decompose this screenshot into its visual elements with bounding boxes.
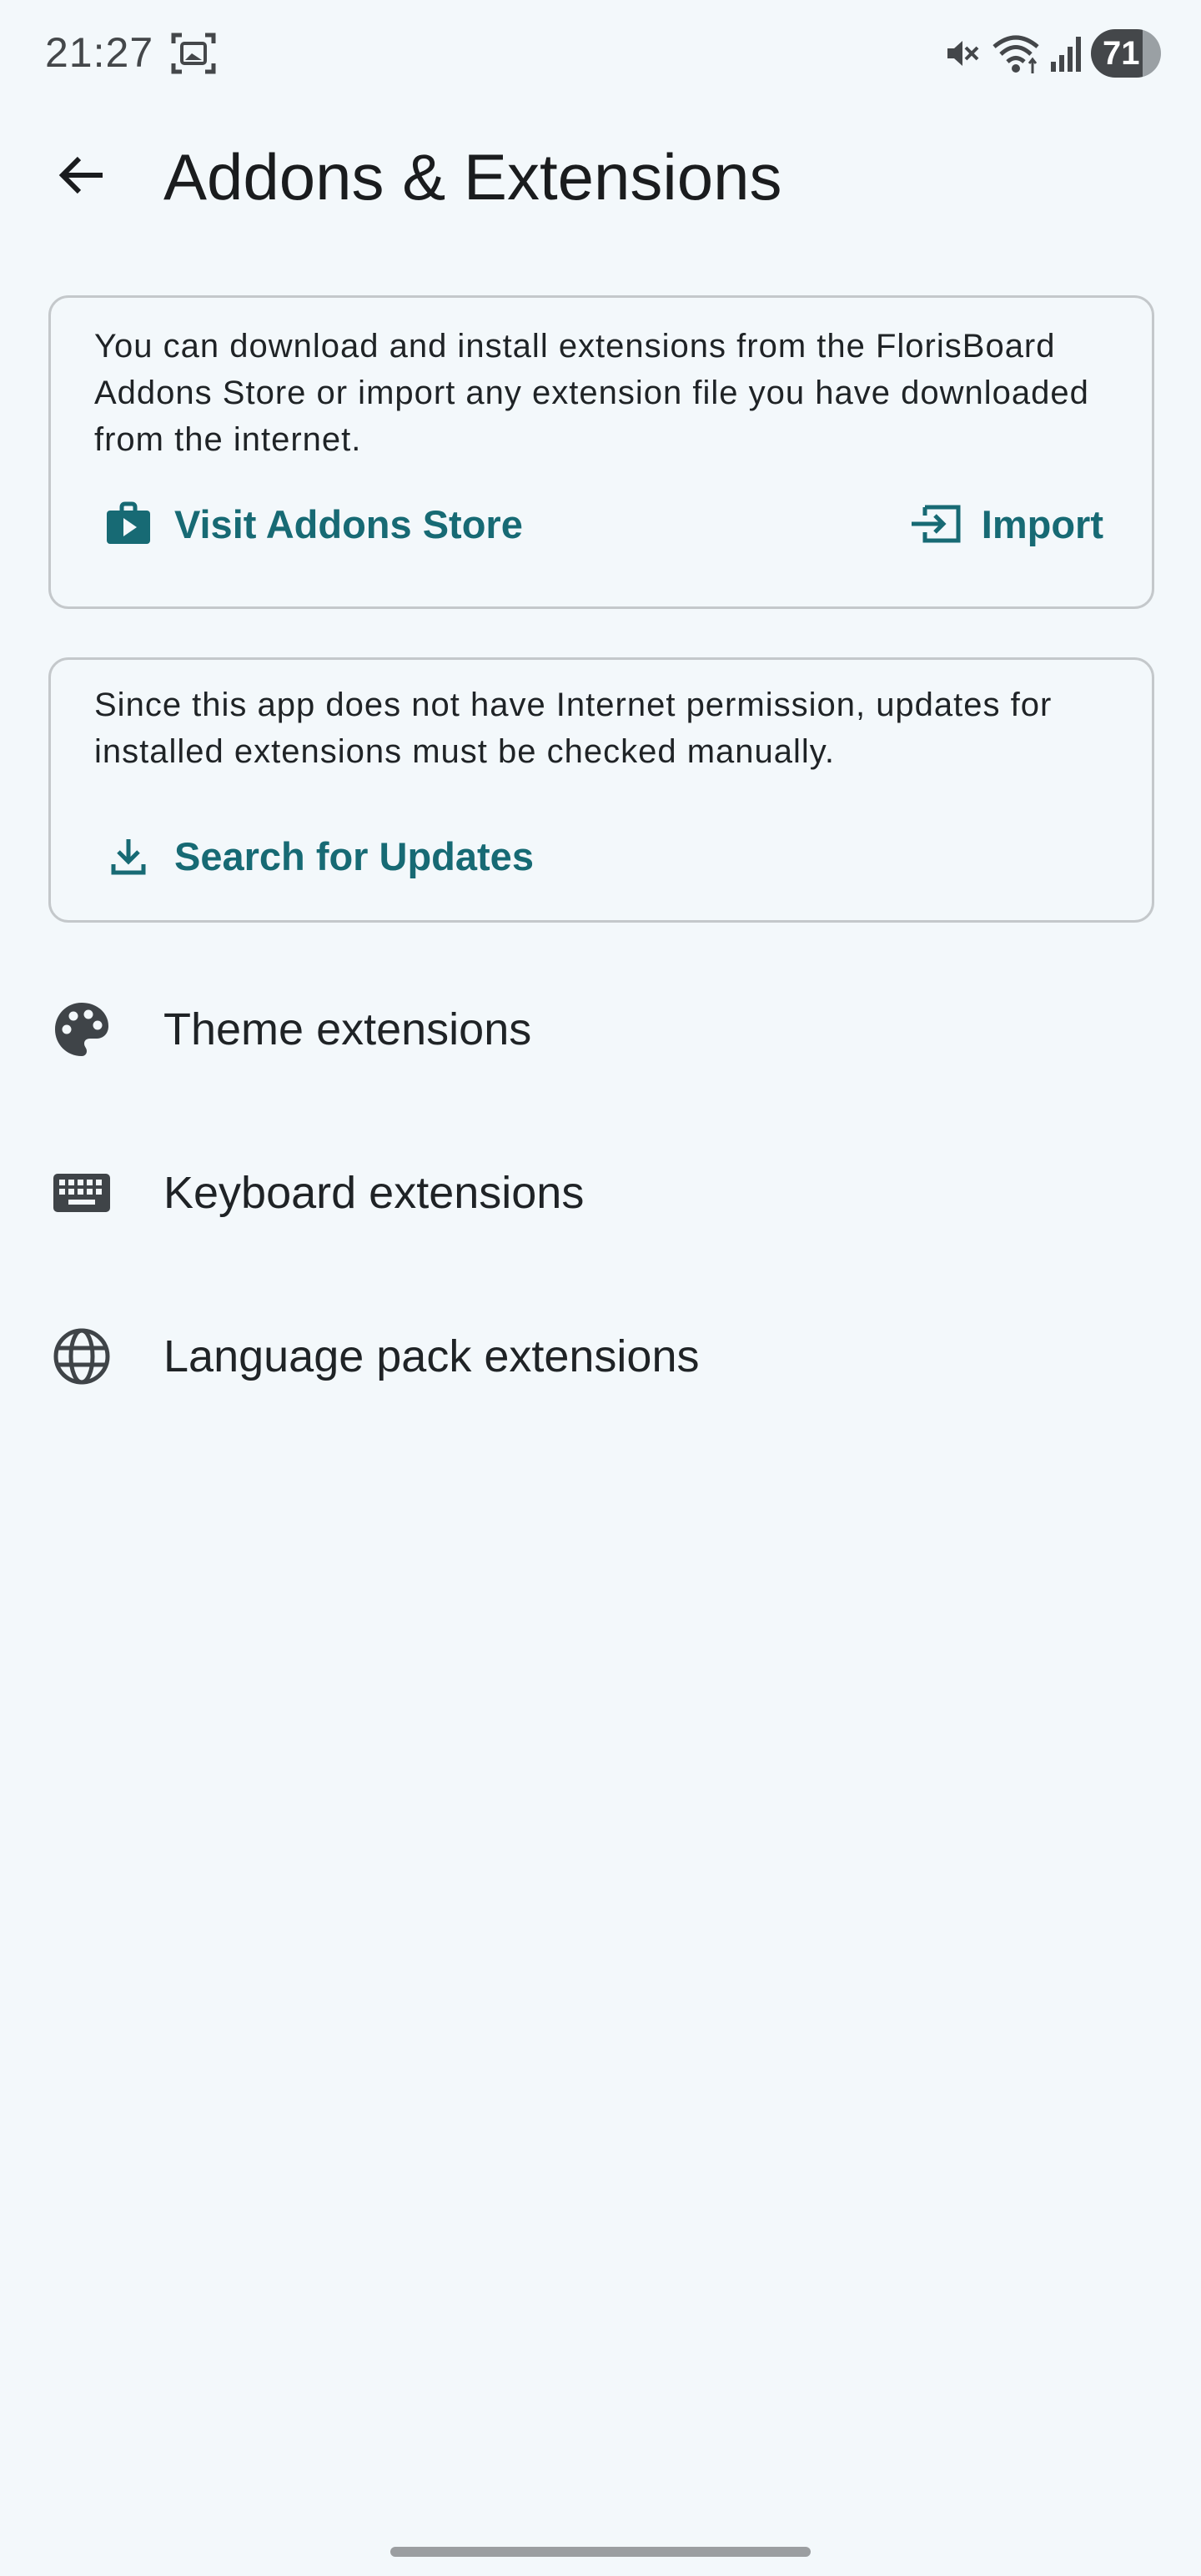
store-card-text: You can download and install extensions … [94,328,1089,458]
globe-icon [48,1323,115,1390]
screenshot-icon [170,32,217,75]
home-indicator[interactable] [390,2547,811,2557]
addons-store-card: You can download and install extensions … [48,295,1154,609]
shop-icon [103,498,154,550]
battery-icon: 71 [1091,29,1161,78]
battery-level: 71 [1103,34,1140,72]
mute-icon [942,33,982,73]
signal-icon [1049,33,1083,73]
updates-card-text: Since this app does not have Internet pe… [94,687,1053,770]
arrow-back-icon [54,148,108,206]
updates-card: Since this app does not have Internet pe… [48,657,1154,923]
import-button[interactable]: Import [910,498,1103,550]
list-item-language-pack-extensions[interactable]: Language pack extensions [0,1275,1201,1438]
status-time: 21:27 [45,29,154,76]
visit-addons-store-label: Visit Addons Store [174,501,523,546]
status-icons: 71 [942,28,1161,78]
search-for-updates-button[interactable]: Search for Updates [103,830,534,882]
page-title: Addons & Extensions [163,140,782,214]
palette-icon [48,996,115,1063]
download-icon [103,830,154,882]
back-button[interactable] [43,143,118,210]
top-app-bar: Addons & Extensions [0,125,1201,229]
import-label: Import [981,501,1103,546]
list-item-keyboard-extensions[interactable]: Keyboard extensions [0,1111,1201,1275]
screen: 21:27 71 Addons & Extensions You can dow… [0,0,1201,2576]
list-item-theme-extensions[interactable]: Theme extensions [0,948,1201,1111]
keyboard-icon [48,1160,115,1226]
theme-extensions-label: Theme extensions [163,1004,532,1054]
search-for-updates-label: Search for Updates [174,833,534,878]
status-bar: 21:27 71 [0,0,1201,108]
language-pack-extensions-label: Language pack extensions [163,1331,700,1381]
import-icon [910,498,962,550]
wifi-icon [991,32,1041,75]
visit-addons-store-button[interactable]: Visit Addons Store [103,498,523,550]
keyboard-extensions-label: Keyboard extensions [163,1168,585,1218]
